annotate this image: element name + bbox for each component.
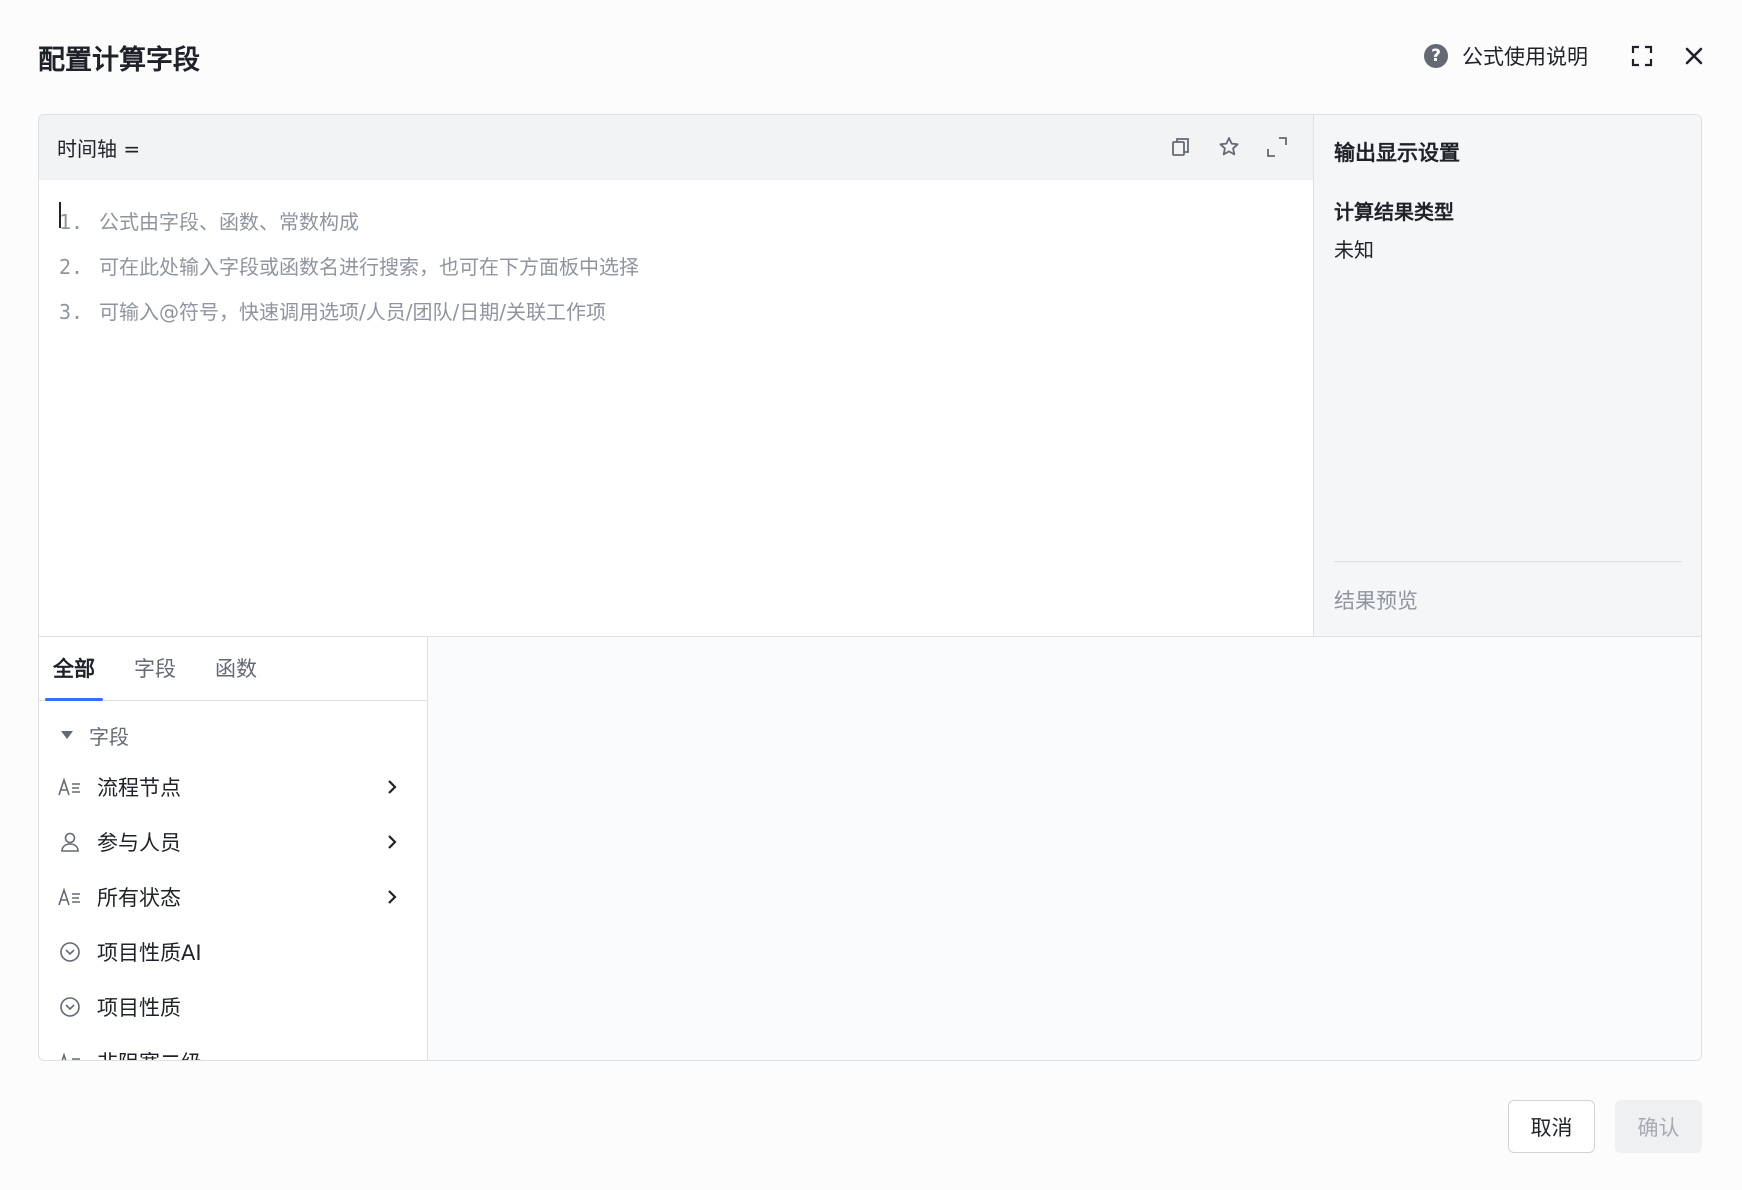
editor-toolbar-icons <box>1163 129 1295 165</box>
selection-panel: 全部 字段 函数 字段 流程节点 参与人员 所有状态 项目性质AI 项目性质 <box>39 636 1701 1060</box>
formula-help-link[interactable]: ? 公式使用说明 <box>1424 41 1588 71</box>
editor-toolbar: 时间轴 = <box>39 115 1313 180</box>
copy-button[interactable] <box>1163 129 1199 165</box>
select-circle-icon <box>57 939 83 965</box>
text-field-icon <box>57 1049 83 1060</box>
list-item[interactable]: 流程节点 <box>39 759 427 814</box>
list-item[interactable]: 项目性质 <box>39 979 427 1034</box>
text-field-icon <box>57 884 83 910</box>
editor-placeholder: 1. 公式由字段、函数、常数构成 2. 可在此处输入字段或函数名进行搜索，也可在… <box>39 180 1313 355</box>
divider <box>1334 561 1682 562</box>
expand-icon <box>1267 137 1287 157</box>
result-type-value: 未知 <box>1334 238 1374 262</box>
detail-pane <box>428 637 1701 1060</box>
confirm-button[interactable]: 确认 <box>1615 1100 1702 1153</box>
output-settings-panel: 输出显示设置 计算结果类型 未知 结果预览 <box>1314 115 1701 636</box>
list-item[interactable]: 参与人员 <box>39 814 427 869</box>
hint-line: 2. 可在此处输入字段或函数名进行搜索，也可在下方面板中选择 <box>59 255 639 279</box>
formula-config-box: 时间轴 = 1. 公式由字段、函数、常数构成 2. 可在此处输入字段或函数名进行… <box>38 114 1702 1061</box>
list-item[interactable]: 所有状态 <box>39 869 427 924</box>
close-icon <box>1685 47 1703 65</box>
question-circle-icon: ? <box>1424 44 1448 68</box>
formula-dialog: 配置计算字段 ? 公式使用说明 时间轴 = 1. 公式由字段、函数、常数构成 2… <box>0 0 1742 1190</box>
fullscreen-icon <box>1631 45 1653 67</box>
close-button[interactable] <box>1676 38 1712 74</box>
tab-all[interactable]: 全部 <box>45 638 103 701</box>
formula-editor[interactable]: 时间轴 = 1. 公式由字段、函数、常数构成 2. 可在此处输入字段或函数名进行… <box>39 115 1314 636</box>
dialog-header-actions: ? 公式使用说明 <box>1424 38 1712 74</box>
field-name-label: 时间轴 = <box>57 136 141 161</box>
chevron-right-icon <box>388 834 397 849</box>
text-cursor <box>59 202 61 228</box>
copy-icon <box>1172 138 1189 156</box>
text-field-icon <box>57 774 83 800</box>
list-item[interactable]: 项目性质AI <box>39 924 427 979</box>
star-icon <box>1219 137 1239 156</box>
cancel-button[interactable]: 取消 <box>1508 1100 1595 1153</box>
chevron-right-icon <box>388 779 397 794</box>
tab-functions[interactable]: 函数 <box>207 638 265 700</box>
magic-button[interactable] <box>1211 129 1247 165</box>
chevron-right-icon <box>388 889 397 904</box>
hint-line: 3. 可输入@符号，快速调用选项/人员/团队/日期/关联工作项 <box>59 300 606 324</box>
result-type-label: 计算结果类型 <box>1334 200 1454 224</box>
help-label: 公式使用说明 <box>1462 45 1588 69</box>
preview-label: 结果预览 <box>1334 589 1418 613</box>
expand-editor-button[interactable] <box>1259 129 1295 165</box>
select-circle-icon <box>57 994 83 1020</box>
fullscreen-button[interactable] <box>1624 38 1660 74</box>
hint-line: 1. 公式由字段、函数、常数构成 <box>59 210 359 234</box>
tab-fields[interactable]: 字段 <box>126 638 184 700</box>
list-item[interactable]: 非阻塞二级 <box>39 1034 427 1060</box>
caret-down-icon <box>61 731 73 739</box>
fields-section-toggle[interactable]: 字段 <box>39 711 427 759</box>
panel-tabs: 全部 字段 函数 <box>39 637 427 701</box>
field-list-pane: 全部 字段 函数 字段 流程节点 参与人员 所有状态 项目性质AI 项目性质 <box>39 637 428 1060</box>
settings-title: 输出显示设置 <box>1334 141 1460 165</box>
dialog-title: 配置计算字段 <box>38 45 200 76</box>
person-icon <box>57 829 83 855</box>
